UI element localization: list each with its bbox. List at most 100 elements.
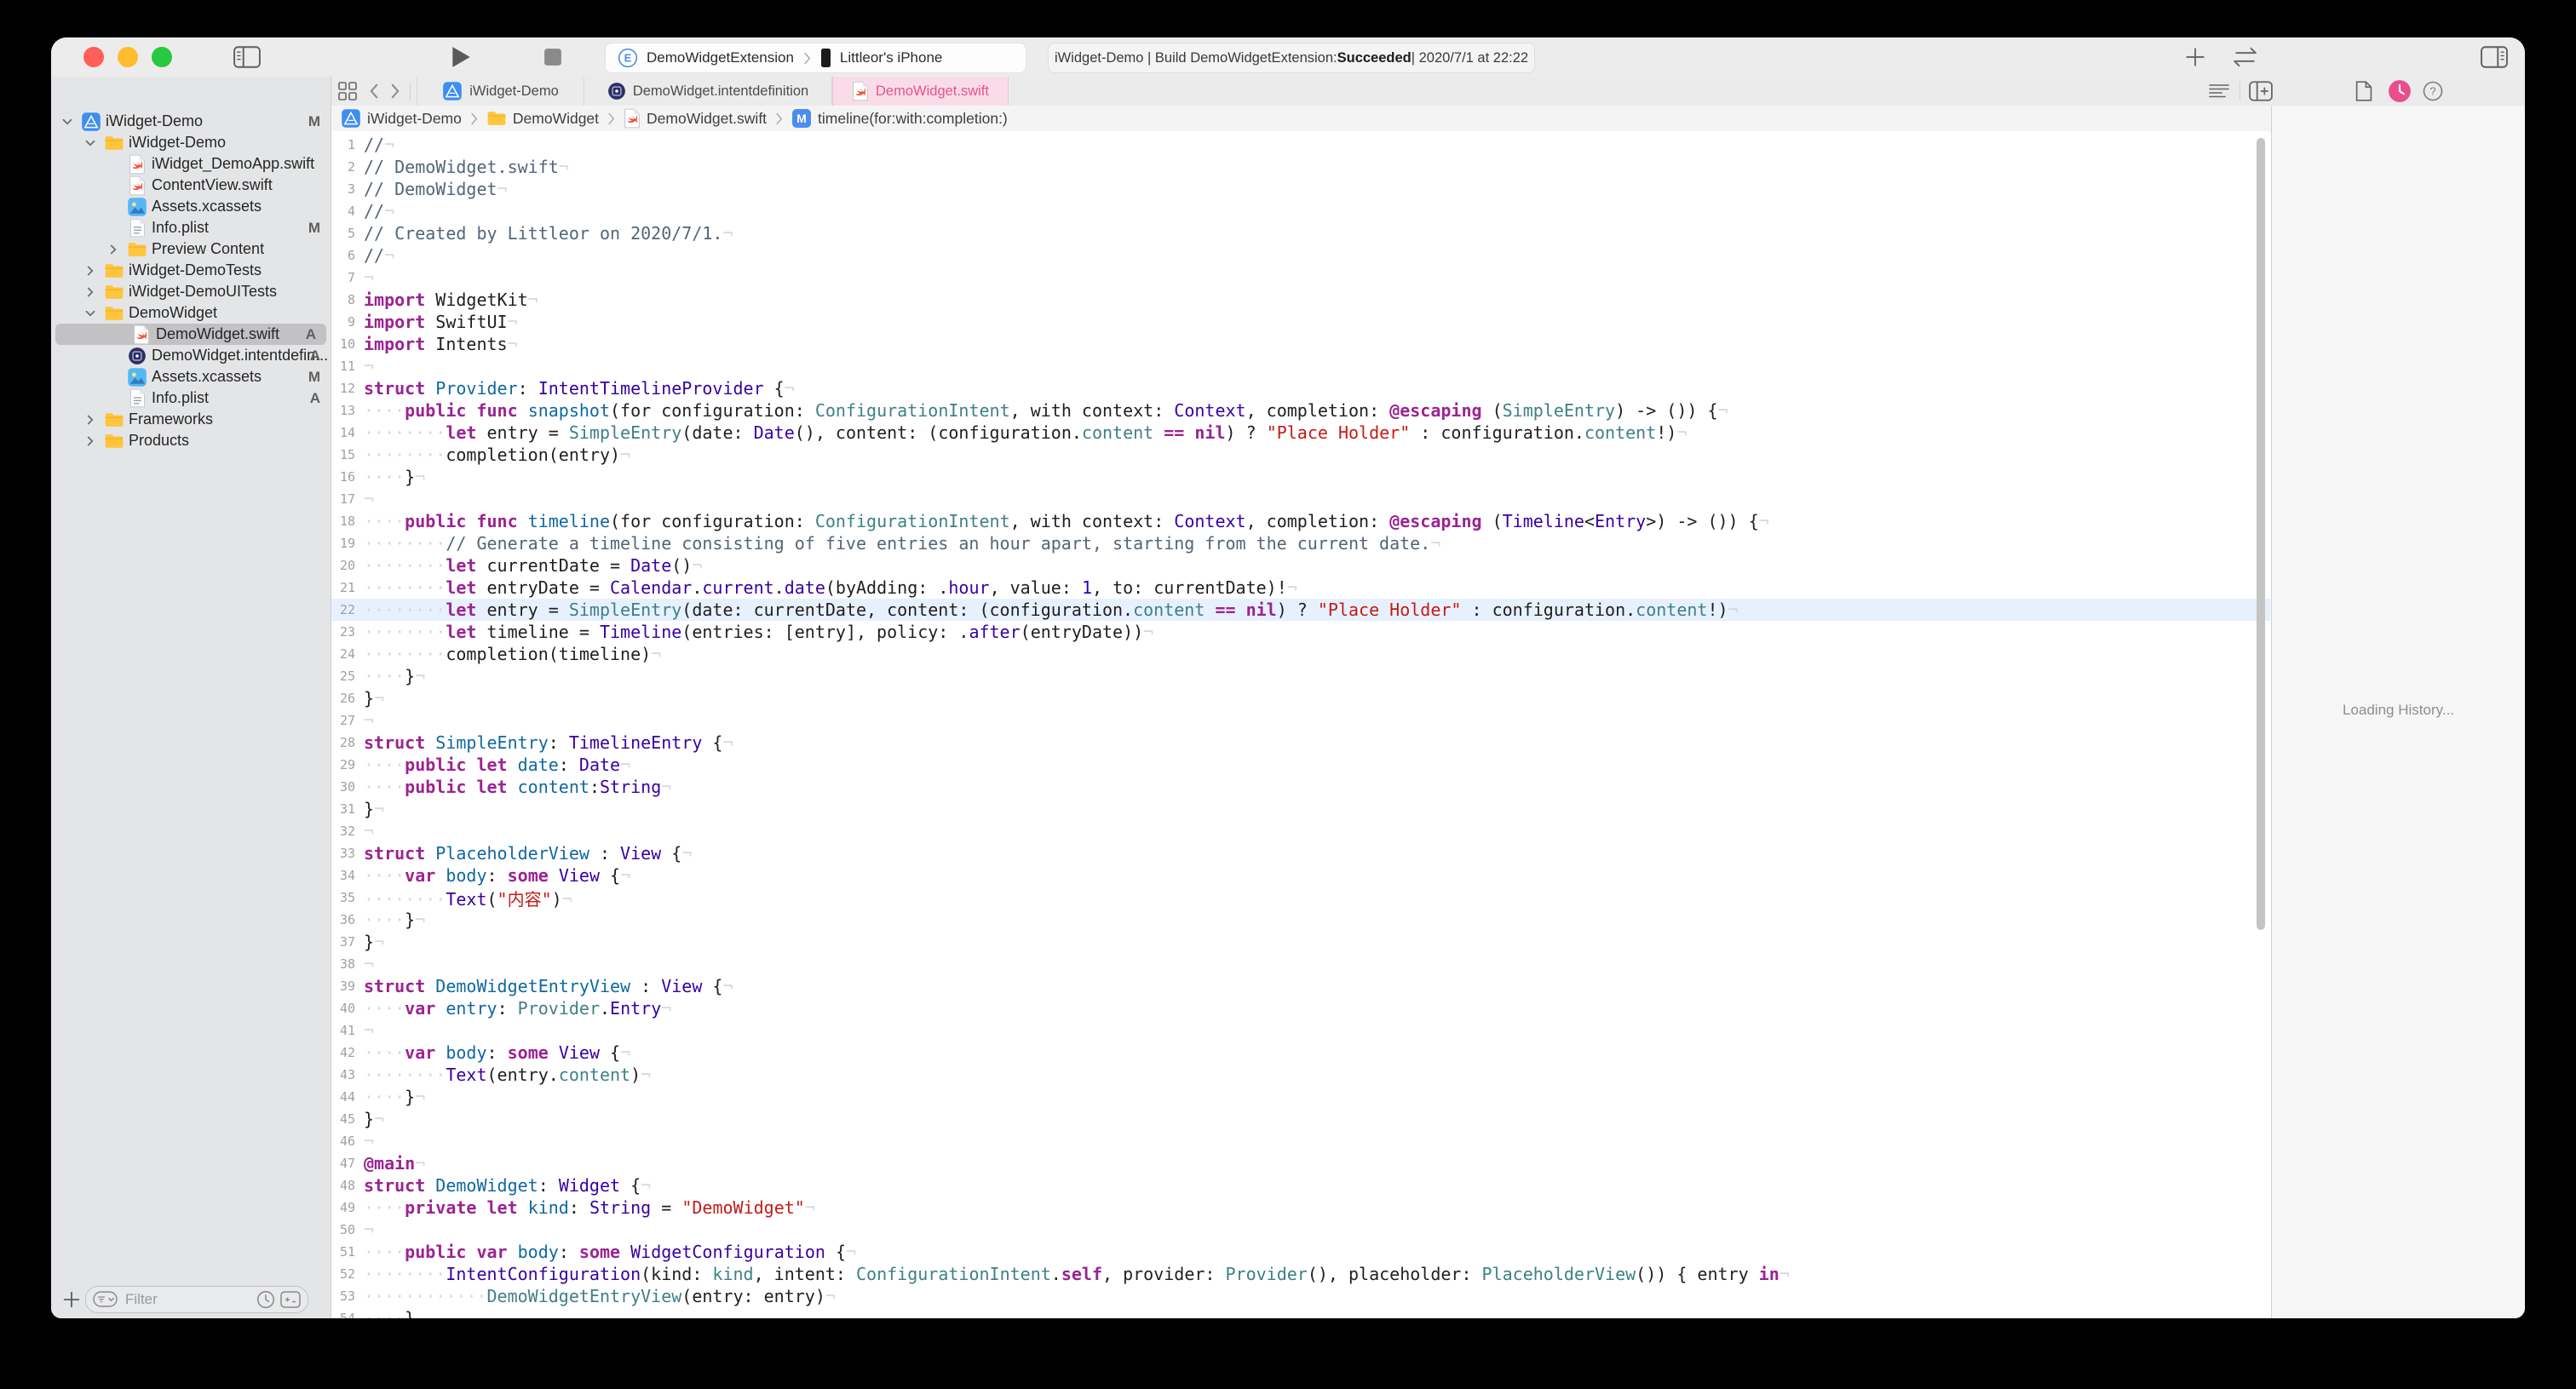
sidebar-item-iwidget-demo[interactable]: iWidget-Demo M xyxy=(51,111,331,132)
sidebar-item-iwidget-demotests[interactable]: iWidget-DemoTests xyxy=(51,260,331,281)
tab-overview-icon[interactable] xyxy=(335,77,360,106)
code-line-21[interactable]: 21 ········let entryDate = Calendar.curre… xyxy=(331,577,2270,599)
forward-chevron-icon[interactable] xyxy=(384,77,405,106)
code-line-50[interactable]: 50 ¬ xyxy=(331,1219,2270,1241)
toggle-inspector-icon[interactable] xyxy=(2479,37,2510,77)
swap-arrows-icon[interactable] xyxy=(2225,37,2266,77)
code-line-16[interactable]: 16 ····}¬ xyxy=(331,466,2270,488)
sidebar-item-products[interactable]: Products xyxy=(51,430,331,451)
tab-iwidget-demo[interactable]: iWidget-Demo xyxy=(417,77,584,106)
code-line-40[interactable]: 40 ····var entry: Provider.Entry¬ xyxy=(331,997,2270,1019)
file-inspector-icon[interactable] xyxy=(2352,77,2376,106)
code-line-35[interactable]: 35 ········Text("内容")¬ xyxy=(331,887,2270,910)
code-line-4[interactable]: 4 //¬ xyxy=(331,200,2270,222)
sidebar-item-info-plist[interactable]: Info.plist A xyxy=(51,387,331,409)
code-line-17[interactable]: 17 ¬ xyxy=(331,488,2270,510)
jumpbar-item-iwidget-demo[interactable]: iWidget-Demo xyxy=(341,108,462,129)
sidebar-item-assets-xcassets[interactable]: Assets.xcassets xyxy=(51,196,331,217)
sidebar-item-demowidget-swift[interactable]: DemoWidget.swift A xyxy=(55,324,326,345)
run-button[interactable] xyxy=(448,37,474,77)
code-line-10[interactable]: 10 import Intents¬ xyxy=(331,333,2270,355)
code-line-54[interactable]: 54 ····} xyxy=(331,1307,2270,1318)
sidebar-item-frameworks[interactable]: Frameworks xyxy=(51,409,331,430)
code-line-32[interactable]: 32 ¬ xyxy=(331,820,2270,842)
sidebar-item-iwidget-demouitests[interactable]: iWidget-DemoUITests xyxy=(51,281,331,302)
code-line-3[interactable]: 3 // DemoWidget¬ xyxy=(331,178,2270,200)
disclosure-open-icon[interactable] xyxy=(58,112,77,131)
disclosure-closed-icon[interactable] xyxy=(81,261,100,280)
code-line-13[interactable]: 13 ····public func snapshot(for configura… xyxy=(331,399,2270,422)
code-line-45[interactable]: 45}¬ xyxy=(331,1108,2270,1130)
zoom-window-button[interactable] xyxy=(152,47,172,67)
code-line-27[interactable]: 27 ¬ xyxy=(331,709,2270,732)
code-line-26[interactable]: 26}¬ xyxy=(331,687,2270,709)
scheme-selector[interactable]: E DemoWidgetExtension Littleor's iPhone xyxy=(605,43,1026,73)
library-add-icon[interactable] xyxy=(2181,37,2210,77)
code-line-9[interactable]: 9 import SwiftUI¬ xyxy=(331,311,2270,333)
sidebar-item-iwidget-demoapp-swift[interactable]: iWidget_DemoApp.swift xyxy=(51,153,331,175)
code-line-37[interactable]: 37}¬ xyxy=(331,931,2270,953)
code-line-33[interactable]: 33 struct PlaceholderView : View {¬ xyxy=(331,842,2270,864)
stop-button[interactable] xyxy=(542,37,564,77)
code-line-8[interactable]: 8 import WidgetKit¬ xyxy=(331,289,2270,311)
filter-field[interactable] xyxy=(85,1286,308,1313)
sidebar-item-preview-content[interactable]: Preview Content xyxy=(51,238,331,260)
tab-demowidget-intentdefinition[interactable]: DemoWidget.intentdefinition xyxy=(584,77,832,106)
code-line-53[interactable]: 53 ············DemoWidgetEntryView(entry:… xyxy=(331,1285,2270,1307)
code-line-25[interactable]: 25 ····}¬ xyxy=(331,665,2270,687)
jumpbar-item-demowidget-swift[interactable]: DemoWidget.swift xyxy=(624,108,767,129)
code-line-34[interactable]: 34 ····var body: some View {¬ xyxy=(331,864,2270,887)
code-line-39[interactable]: 39 struct DemoWidgetEntryView : View {¬ xyxy=(331,975,2270,997)
recents-clock-icon[interactable] xyxy=(256,1290,275,1309)
toggle-navigator-icon[interactable] xyxy=(232,37,262,77)
close-window-button[interactable] xyxy=(83,47,104,67)
disclosure-open-icon[interactable] xyxy=(81,304,100,323)
sidebar-item-assets-xcassets[interactable]: Assets.xcassets M xyxy=(51,366,331,387)
code-line-15[interactable]: 15 ········completion(entry)¬ xyxy=(331,444,2270,466)
add-editor-icon[interactable] xyxy=(2246,77,2275,106)
sidebar-item-demowidget-intentdefin-[interactable]: DemoWidget.intentdefin... A xyxy=(51,345,331,366)
code-line-36[interactable]: 36 ····}¬ xyxy=(331,909,2270,931)
scm-status-icon[interactable] xyxy=(280,1291,301,1308)
code-line-44[interactable]: 44 ····}¬ xyxy=(331,1086,2270,1108)
disclosure-closed-icon[interactable] xyxy=(81,283,100,301)
code-line-38[interactable]: 38 ¬ xyxy=(331,953,2270,975)
disclosure-open-icon[interactable] xyxy=(81,134,100,152)
minimize-window-button[interactable] xyxy=(118,47,138,67)
disclosure-closed-icon[interactable] xyxy=(104,240,123,259)
code-line-23[interactable]: 23 ········let timeline = Timeline(entrie… xyxy=(331,621,2270,643)
sidebar-item-info-plist[interactable]: Info.plist M xyxy=(51,217,331,238)
code-line-48[interactable]: 48 struct DemoWidget: Widget {¬ xyxy=(331,1174,2270,1197)
code-line-47[interactable]: 47 @main¬ xyxy=(331,1152,2270,1174)
code-line-12[interactable]: 12 struct Provider: IntentTimelineProvide… xyxy=(331,377,2270,399)
code-line-2[interactable]: 2 // DemoWidget.swift¬ xyxy=(331,156,2270,178)
code-line-30[interactable]: 30 ····public let content:String¬ xyxy=(331,776,2270,798)
source-editor[interactable]: 1 //¬ 2 // DemoWidget.swift¬ 3 // DemoWidget¬… xyxy=(331,131,2270,1318)
sidebar-item-iwidget-demo[interactable]: iWidget-Demo xyxy=(51,132,331,153)
sidebar-item-contentview-swift[interactable]: ContentView.swift xyxy=(51,175,331,196)
code-line-18[interactable]: 18 ····public func timeline(for configura… xyxy=(331,510,2270,532)
editor-scrollbar[interactable] xyxy=(2257,138,2265,930)
editor-options-icon[interactable] xyxy=(2205,77,2233,106)
filter-input[interactable] xyxy=(124,1290,251,1309)
code-line-52[interactable]: 52 ········IntentConfiguration(kind: kind… xyxy=(331,1263,2270,1285)
code-line-1[interactable]: 1 //¬ xyxy=(331,134,2270,156)
jumpbar-item-demowidget[interactable]: DemoWidget xyxy=(486,110,599,128)
disclosure-closed-icon[interactable] xyxy=(81,432,100,451)
jumpbar-item-timeline-for-with-completion-[interactable]: Mtimeline(for:with:completion:) xyxy=(791,108,1008,129)
code-line-46[interactable]: 46 ¬ xyxy=(331,1130,2270,1152)
code-line-7[interactable]: 7 ¬ xyxy=(331,267,2270,289)
sidebar-item-demowidget[interactable]: DemoWidget xyxy=(51,302,331,324)
code-line-41[interactable]: 41 ¬ xyxy=(331,1019,2270,1042)
code-line-31[interactable]: 31}¬ xyxy=(331,798,2270,820)
back-chevron-icon[interactable] xyxy=(364,77,384,106)
activity-status[interactable]: iWidget-Demo | Build DemoWidgetExtension… xyxy=(1048,43,1535,73)
code-line-19[interactable]: 19 ········// Generate a timeline consist… xyxy=(331,532,2270,554)
code-line-22[interactable]: 22 ········let entry = SimpleEntry(date: … xyxy=(331,599,2270,621)
add-file-button[interactable] xyxy=(60,1288,83,1312)
code-line-51[interactable]: 51 ····public var body: some WidgetConfig… xyxy=(331,1241,2270,1263)
history-inspector-icon[interactable] xyxy=(2386,77,2413,106)
code-line-14[interactable]: 14 ········let entry = SimpleEntry(date: … xyxy=(331,422,2270,444)
code-line-42[interactable]: 42 ····var body: some View {¬ xyxy=(331,1042,2270,1064)
help-inspector-icon[interactable]: ? xyxy=(2420,77,2446,106)
